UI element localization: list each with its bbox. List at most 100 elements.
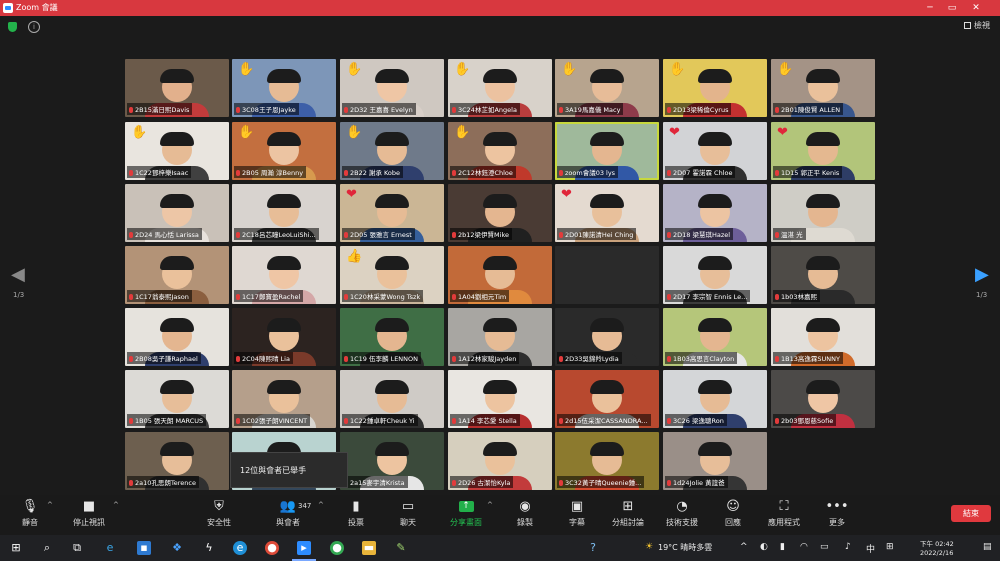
participant-tile[interactable]: 1A12林家駿Jayden xyxy=(448,308,552,366)
keyboard-layout-icon[interactable]: ⊞ xyxy=(886,542,894,552)
participant-tile[interactable]: ✋ 2D32 王嘉喜 Evelyn xyxy=(340,59,444,117)
dropbox-icon[interactable]: ❖ xyxy=(170,541,184,555)
participant-tile[interactable]: 3C26 梁逸聰Ron xyxy=(663,370,767,428)
polls-button[interactable]: ▮ 投票 xyxy=(329,499,383,528)
participant-hair xyxy=(375,69,409,84)
participant-tile[interactable]: 2b12梁伊賢Mike xyxy=(448,184,552,242)
network-icon[interactable]: ◐ xyxy=(760,542,768,552)
task-view-icon[interactable]: ⧉ xyxy=(70,541,84,555)
participant-tile[interactable]: 2D26 古潔怡Kyla xyxy=(448,432,552,490)
muted-mic-icon xyxy=(452,480,456,486)
participant-tile[interactable]: 1C17鄭寶盈Rachel xyxy=(232,246,336,304)
participant-tile[interactable]: 1d24Jolie 黃誼爸 xyxy=(663,432,767,490)
participant-tile[interactable]: ✋ 2D13梁稀倫Cyrus xyxy=(663,59,767,117)
ime-indicator[interactable]: 中 xyxy=(866,542,875,555)
participant-tile[interactable]: 3C32黃子晴Queenie鍾... xyxy=(555,432,659,490)
participant-tile[interactable]: ✋ 3A19馬嘉儀 Macy xyxy=(555,59,659,117)
participant-tile[interactable]: ❤ 1D15 郭正平 Kenis xyxy=(771,122,875,180)
participant-tile[interactable]: ❤ 2D05 張雅言 Ernest xyxy=(340,184,444,242)
tray-expand-icon[interactable]: ^ xyxy=(740,542,748,552)
thumbs-up-icon: 👍 xyxy=(346,249,363,264)
captions-button[interactable]: ▣ 字幕 xyxy=(550,499,604,528)
stop-video-button[interactable]: ■ 停止視訊 xyxy=(62,499,116,528)
participant-tile[interactable]: zoom會議03 lys xyxy=(555,122,659,180)
paint-icon[interactable]: ✎ xyxy=(394,541,408,555)
battery-icon[interactable]: ▭ xyxy=(820,542,829,552)
notification-icon[interactable]: ▤ xyxy=(983,542,992,552)
participants-caret-icon[interactable]: ^ xyxy=(318,501,324,509)
participant-tile[interactable]: 1B03高思言Clayton xyxy=(663,308,767,366)
participant-tile[interactable] xyxy=(555,246,659,304)
participant-tile[interactable]: ✋ 2B05 周瀚 淳Benny xyxy=(232,122,336,180)
microphone-tray-icon[interactable]: ▮ xyxy=(780,542,785,552)
participant-tile[interactable]: 溫湛 光 xyxy=(771,184,875,242)
participant-tile[interactable]: ❤ 2D01陳諾清Hei Ching xyxy=(555,184,659,242)
clock-time[interactable]: 下午 02:42 xyxy=(920,538,954,548)
reactions-button[interactable]: ☺ 回應 xyxy=(706,499,760,528)
wifi-icon[interactable]: ◠ xyxy=(800,542,808,552)
participant-tile[interactable]: ✋ 2C12林鈺澄Chloe xyxy=(448,122,552,180)
help-icon[interactable]: ? xyxy=(586,541,600,555)
volume-icon[interactable]: ♪ xyxy=(845,542,851,552)
tech-support-button[interactable]: ◔ 技術支援 xyxy=(655,499,709,528)
audio-options-caret-icon[interactable]: ^ xyxy=(47,501,53,509)
weather-text[interactable]: 19°C 晴時多雲 xyxy=(658,542,712,553)
participant-name: 2b03鄧恩慈Sofie xyxy=(773,414,837,426)
participant-tile[interactable]: 👍 1C20林采蒙Wong Tszk xyxy=(340,246,444,304)
participant-tile[interactable]: 2D17 李宗智 Ennis Le... xyxy=(663,246,767,304)
share-screen-button[interactable]: ↑ 分享畫面 xyxy=(439,499,493,528)
participant-hair xyxy=(806,69,840,84)
participant-hair xyxy=(483,380,517,395)
participant-tile[interactable]: 2C04陳熙晴 Lia xyxy=(232,308,336,366)
participant-name: zoom會議03 lys xyxy=(557,166,619,178)
participant-tile[interactable]: 2B15滿日熙Davis xyxy=(125,59,229,117)
previous-page-arrow-icon[interactable]: ◀ xyxy=(11,266,25,284)
participant-tile[interactable]: 2B08吳子謙Raphael xyxy=(125,308,229,366)
participant-tile[interactable]: 2D24 馬心恬 Larissa xyxy=(125,184,229,242)
clock-date[interactable]: 2022/2/16 xyxy=(920,549,953,557)
participant-tile[interactable]: 2C18呂芯瞳LeoLuiShi... xyxy=(232,184,336,242)
participant-tile[interactable]: 1B05 張天朗 MARCUS xyxy=(125,370,229,428)
file-explorer-icon[interactable]: ▬ xyxy=(362,541,376,555)
next-page-arrow-icon[interactable]: ▶ xyxy=(975,266,989,284)
record-button[interactable]: ◉ 錄製 xyxy=(498,499,552,528)
edge-legacy-icon[interactable]: e xyxy=(103,541,117,555)
participant-tile[interactable]: ✋ 3C24林芷如Angela xyxy=(448,59,552,117)
apps-button[interactable]: ⛶ 應用程式 xyxy=(757,499,811,528)
chat-button[interactable]: ▭ 聊天 xyxy=(381,499,435,528)
participant-tile[interactable]: 1b03林嘉熙 xyxy=(771,246,875,304)
participant-tile[interactable]: 1A04劉相元Tim xyxy=(448,246,552,304)
security-button[interactable]: ⛨ 安全性 xyxy=(192,499,246,528)
video-options-caret-icon[interactable]: ^ xyxy=(113,501,119,509)
breakout-rooms-button[interactable]: ⊞ 分組討論 xyxy=(601,499,655,528)
store-icon[interactable]: ▪ xyxy=(137,541,151,555)
edge-icon[interactable]: e xyxy=(233,541,247,555)
chrome-profile-icon[interactable]: ● xyxy=(330,541,344,555)
muted-mic-icon xyxy=(129,232,133,238)
share-options-caret-icon[interactable]: ^ xyxy=(487,501,493,509)
participant-tile[interactable]: 1C22鍾卓軒Cheuk Yi xyxy=(340,370,444,428)
participant-tile[interactable]: 2a15麥宇清Krista xyxy=(340,432,444,490)
participant-tile[interactable]: 2D33吳錦羚Lydia xyxy=(555,308,659,366)
search-icon[interactable]: ⌕ xyxy=(40,541,54,555)
chrome-icon[interactable]: ● xyxy=(265,541,279,555)
participant-tile[interactable]: 2b03鄧恩慈Sofie xyxy=(771,370,875,428)
participant-tile[interactable]: 2d15伍采潔CASSANDRA... xyxy=(555,370,659,428)
more-button[interactable]: ••• 更多 xyxy=(810,499,864,528)
participant-tile[interactable]: 1C19 伍李麟 LENNON xyxy=(340,308,444,366)
participant-tile[interactable]: 2D18 梁慧琪Hazel xyxy=(663,184,767,242)
participant-tile[interactable]: ✋ 2B22 謝承 Kobe xyxy=(340,122,444,180)
participant-tile[interactable]: 1C17翁泰熙Jason xyxy=(125,246,229,304)
participant-tile[interactable]: ✋ 1C22鄧梓樂Isaac xyxy=(125,122,229,180)
participant-tile[interactable]: ✋ 2B01陳俊賢 ALLEN xyxy=(771,59,875,117)
end-meeting-button[interactable]: 結束 xyxy=(951,505,991,522)
participant-tile[interactable]: 1B13高逸霖SUNNY xyxy=(771,308,875,366)
lightning-app-icon[interactable]: ϟ xyxy=(202,541,216,555)
participant-tile[interactable]: 2a10孔思朗Terence xyxy=(125,432,229,490)
zoom-taskbar-icon[interactable]: ▸ xyxy=(297,541,311,555)
participant-tile[interactable]: ✋ 3C08王子恩Jayke xyxy=(232,59,336,117)
participant-tile[interactable]: 1C02張子朗VINCENT xyxy=(232,370,336,428)
windows-start-icon[interactable]: ⊞ xyxy=(9,541,23,555)
participant-tile[interactable]: 1A14 李芯愛 Stella xyxy=(448,370,552,428)
participant-tile[interactable]: ❤ 2D07 霍諾霖 Chloe xyxy=(663,122,767,180)
